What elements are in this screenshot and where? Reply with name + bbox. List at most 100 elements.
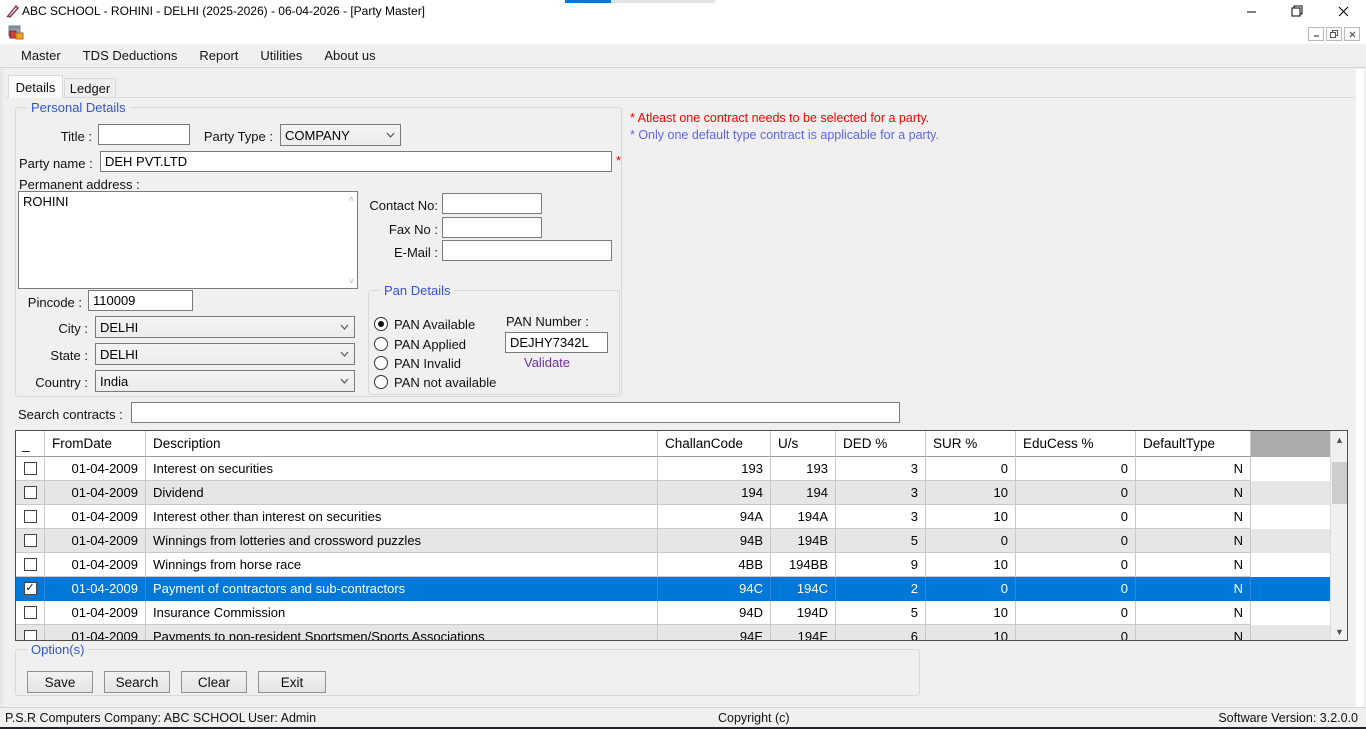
table-scrollbar[interactable]: ▲ ▼ bbox=[1330, 431, 1347, 640]
column-header-select[interactable]: _ bbox=[16, 431, 45, 457]
email-input[interactable] bbox=[442, 240, 612, 261]
table-row[interactable]: ✓01-04-2009Payment of contractors and su… bbox=[16, 577, 1347, 601]
party-type-label: Party Type : bbox=[195, 129, 273, 144]
cell-description: Interest other than interest on securiti… bbox=[146, 505, 658, 529]
clear-button[interactable]: Clear bbox=[181, 671, 247, 693]
cell-sur: 10 bbox=[926, 481, 1016, 505]
table-row[interactable]: 01-04-2009Winnings from lotteries and cr… bbox=[16, 529, 1347, 553]
party-type-select[interactable]: COMPANY bbox=[280, 124, 401, 146]
address-textarea[interactable]: ROHINI ˄ ˅ bbox=[18, 191, 358, 289]
checkbox-checked-icon[interactable]: ✓ bbox=[24, 582, 37, 595]
scroll-down-icon[interactable]: ▼ bbox=[1331, 623, 1348, 640]
pan-number-input[interactable] bbox=[505, 332, 608, 353]
status-version: Software Version: 3.2.0.0 bbox=[1218, 711, 1358, 725]
cell-ded: 3 bbox=[836, 481, 926, 505]
country-select[interactable]: India bbox=[95, 370, 355, 392]
column-header-educess[interactable]: EduCess % bbox=[1016, 431, 1136, 457]
cell-u-s: 194D bbox=[771, 601, 836, 625]
exit-button[interactable]: Exit bbox=[258, 671, 326, 693]
city-select[interactable]: DELHI bbox=[95, 316, 355, 338]
menu-item-about-us[interactable]: About us bbox=[313, 45, 386, 66]
fax-input[interactable] bbox=[442, 217, 542, 238]
title-input[interactable] bbox=[98, 124, 190, 145]
cell-sur: 10 bbox=[926, 505, 1016, 529]
cell-challancode: 4BB bbox=[658, 553, 771, 577]
table-row[interactable]: 01-04-2009Interest on securities19319330… bbox=[16, 457, 1347, 481]
radio-label: PAN not available bbox=[394, 375, 496, 390]
radio-selected-icon[interactable] bbox=[374, 317, 388, 331]
radio-option-pan-invalid[interactable]: PAN Invalid bbox=[374, 355, 461, 371]
cell-defaulttype: N bbox=[1136, 625, 1251, 641]
menu-item-report[interactable]: Report bbox=[188, 45, 249, 66]
tab-ledger[interactable]: Ledger bbox=[64, 78, 116, 97]
column-header-sur[interactable]: SUR % bbox=[926, 431, 1016, 457]
menu-item-master[interactable]: Master bbox=[10, 45, 72, 66]
child-minimize-icon bbox=[1313, 31, 1320, 38]
tab-details[interactable]: Details bbox=[8, 75, 63, 98]
child-close-icon bbox=[1349, 31, 1356, 38]
child-close-button[interactable] bbox=[1344, 27, 1360, 41]
checkbox-icon[interactable] bbox=[24, 486, 37, 499]
radio-icon[interactable] bbox=[374, 375, 388, 389]
validate-link[interactable]: Validate bbox=[524, 355, 570, 370]
column-header-description[interactable]: Description bbox=[146, 431, 658, 457]
radio-icon[interactable] bbox=[374, 356, 388, 370]
checkbox-icon[interactable] bbox=[24, 534, 37, 547]
row-select-cell[interactable] bbox=[16, 457, 45, 481]
checkbox-icon[interactable] bbox=[24, 558, 37, 571]
party-name-input[interactable] bbox=[100, 151, 612, 172]
cell-description: Dividend bbox=[146, 481, 658, 505]
menu-item-tds-deductions[interactable]: TDS Deductions bbox=[72, 45, 189, 66]
contact-input[interactable] bbox=[442, 193, 542, 214]
column-header-fromdate[interactable]: FromDate bbox=[45, 431, 146, 457]
table-row[interactable]: 01-04-2009Dividend1941943100N bbox=[16, 481, 1347, 505]
row-select-cell[interactable] bbox=[16, 481, 45, 505]
row-select-cell[interactable] bbox=[16, 625, 45, 641]
menu-item-utilities[interactable]: Utilities bbox=[249, 45, 313, 66]
close-button[interactable] bbox=[1320, 0, 1366, 22]
search-button[interactable]: Search bbox=[104, 671, 170, 693]
checkbox-icon[interactable] bbox=[24, 510, 37, 523]
radio-option-pan-available[interactable]: PAN Available bbox=[374, 316, 475, 332]
cell-defaulttype: N bbox=[1136, 457, 1251, 481]
radio-icon[interactable] bbox=[374, 337, 388, 351]
state-select[interactable]: DELHI bbox=[95, 343, 355, 365]
column-header-ded[interactable]: DED % bbox=[836, 431, 926, 457]
row-select-cell[interactable] bbox=[16, 553, 45, 577]
row-select-cell[interactable] bbox=[16, 505, 45, 529]
minimize-button[interactable] bbox=[1228, 0, 1274, 22]
restore-button[interactable] bbox=[1274, 0, 1320, 22]
scrollbar-thumb[interactable] bbox=[1332, 462, 1347, 504]
status-company: Company: ABC SCHOOL bbox=[104, 711, 246, 725]
personal-details-title: Personal Details bbox=[27, 100, 130, 115]
options-group: Option(s) SaveSearchClearExit bbox=[15, 649, 920, 696]
table-body: 01-04-2009Interest on securities19319330… bbox=[16, 457, 1347, 641]
pincode-input[interactable] bbox=[88, 290, 193, 311]
table-row[interactable]: 01-04-2009Insurance Commission94D194D510… bbox=[16, 601, 1347, 625]
save-button[interactable]: Save bbox=[27, 671, 93, 693]
table-row[interactable]: 01-04-2009Payments to non-resident Sport… bbox=[16, 625, 1347, 641]
row-select-cell[interactable] bbox=[16, 529, 45, 553]
checkbox-icon[interactable] bbox=[24, 630, 37, 641]
row-select-cell[interactable] bbox=[16, 601, 45, 625]
table-row[interactable]: 01-04-2009Winnings from horse race4BB194… bbox=[16, 553, 1347, 577]
radio-option-pan-applied[interactable]: PAN Applied bbox=[374, 336, 466, 352]
cell-educess: 0 bbox=[1016, 481, 1136, 505]
checkbox-icon[interactable] bbox=[24, 462, 37, 475]
radio-option-pan-not-available[interactable]: PAN not available bbox=[374, 374, 496, 390]
table-row[interactable]: 01-04-2009Interest other than interest o… bbox=[16, 505, 1347, 529]
cell-defaulttype: N bbox=[1136, 577, 1251, 601]
cell-u-s: 194B bbox=[771, 529, 836, 553]
row-select-cell[interactable]: ✓ bbox=[16, 577, 45, 601]
checkbox-icon[interactable] bbox=[24, 606, 37, 619]
child-minimize-button[interactable] bbox=[1308, 27, 1324, 41]
child-restore-button[interactable] bbox=[1326, 27, 1342, 41]
column-header-defaulttype[interactable]: DefaultType bbox=[1136, 431, 1251, 457]
search-contracts-input[interactable] bbox=[131, 402, 900, 423]
column-header-challancode[interactable]: ChallanCode bbox=[658, 431, 771, 457]
cell-sur: 0 bbox=[926, 529, 1016, 553]
column-header-u-s[interactable]: U/s bbox=[771, 431, 836, 457]
required-asterisk: * bbox=[616, 153, 621, 168]
scroll-up-icon[interactable]: ▲ bbox=[1331, 431, 1348, 448]
minimize-icon bbox=[1246, 6, 1257, 17]
